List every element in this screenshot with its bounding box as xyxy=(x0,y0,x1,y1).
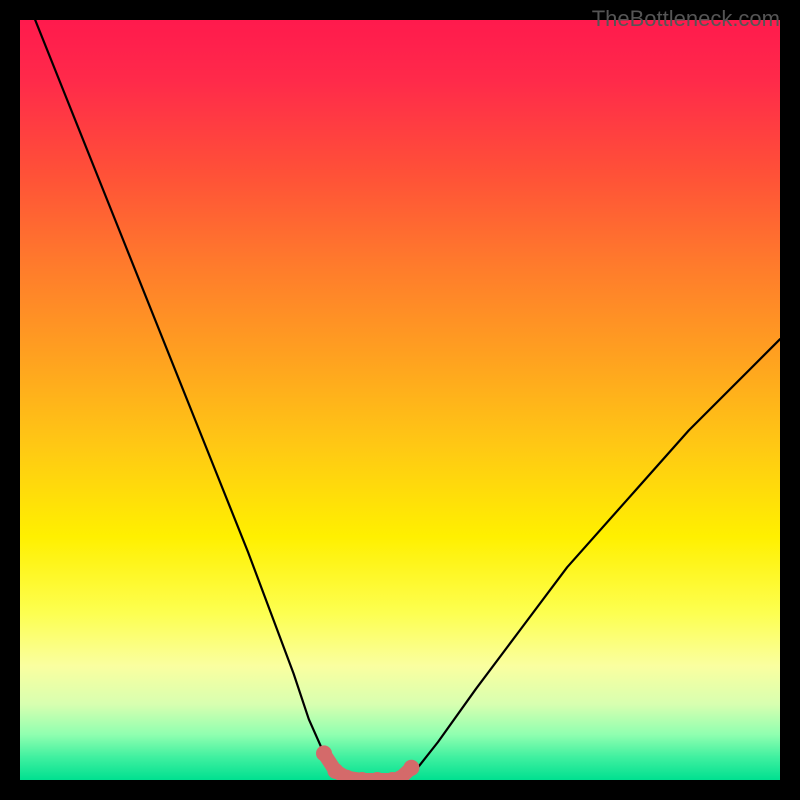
sweet-spot-dot xyxy=(316,745,332,761)
curve-overlay xyxy=(20,20,780,780)
watermark-text: TheBottleneck.com xyxy=(592,6,780,32)
sweet-spot-dot xyxy=(403,760,419,776)
plot-area xyxy=(20,20,780,780)
bottleneck-curve xyxy=(35,20,780,780)
